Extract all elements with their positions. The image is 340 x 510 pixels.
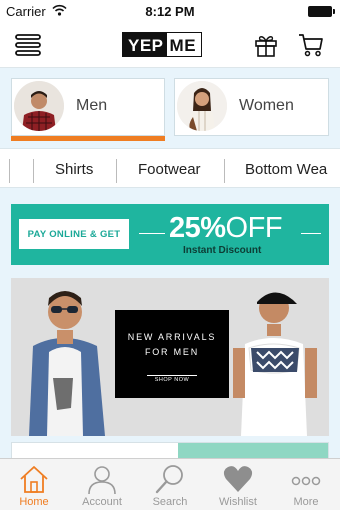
arrivals-line2: FOR MEN: [144, 347, 200, 357]
search-icon: [155, 465, 183, 494]
tab-account[interactable]: Account: [68, 459, 136, 510]
cart-icon[interactable]: [298, 33, 324, 57]
status-bar: Carrier 8:12 PM: [0, 0, 340, 22]
category-divider: [9, 159, 10, 183]
status-time: 8:12 PM: [145, 4, 195, 19]
tab-wishlist-label: Wishlist: [219, 496, 257, 508]
offer-banner[interactable]: PAY ONLINE & GET 25%OFF Instant Discount: [11, 204, 329, 265]
women-avatar: [177, 81, 227, 131]
battery-icon: [308, 6, 335, 17]
category-bottom-wear[interactable]: Bottom Wea: [245, 161, 327, 178]
new-arrivals-banner[interactable]: NEW ARRIVALS FOR MEN SHOP NOW: [11, 278, 329, 436]
gender-tab-men[interactable]: Men: [11, 78, 165, 141]
heart-icon: [223, 466, 253, 492]
pay-online-label: PAY ONLINE & GET: [19, 219, 129, 249]
new-arrivals-box: NEW ARRIVALS FOR MEN SHOP NOW: [115, 310, 229, 398]
hamburger-menu-icon[interactable]: [14, 33, 42, 57]
home-icon: [20, 466, 48, 493]
tab-home-label: Home: [19, 496, 49, 508]
logo-text-part1: YEP: [123, 33, 167, 56]
offer-line-right: [301, 233, 321, 234]
offer-line-left: [139, 233, 165, 234]
tab-wishlist[interactable]: Wishlist: [204, 459, 272, 510]
arrivals-line1: NEW ARRIVALS: [127, 332, 217, 342]
category-divider: [116, 159, 117, 183]
discount-word: OFF: [225, 212, 283, 244]
home-content: Men Women Shirts Footwear Bottom Wea PAY…: [0, 68, 340, 458]
app-header: YEP ME: [0, 22, 340, 68]
gift-icon[interactable]: [254, 33, 278, 57]
gender-label-women: Women: [239, 97, 294, 114]
category-divider: [33, 159, 34, 183]
gender-tab-women[interactable]: Women: [174, 78, 329, 136]
bottom-tab-bar: Home Account Search Wishlist More: [0, 458, 340, 510]
tab-home[interactable]: Home: [0, 459, 68, 510]
more-icon: [291, 476, 321, 486]
brand-logo[interactable]: YEP ME: [122, 32, 203, 57]
gender-label-men: Men: [76, 97, 108, 114]
category-strip: Shirts Footwear Bottom Wea: [0, 148, 340, 188]
category-footwear[interactable]: Footwear: [138, 161, 201, 178]
tab-search[interactable]: Search: [136, 459, 204, 510]
user-icon: [88, 466, 116, 495]
tab-search-label: Search: [152, 496, 188, 508]
category-divider: [224, 159, 225, 183]
instant-discount-label: Instant Discount: [183, 245, 262, 256]
logo-text-part2: ME: [166, 33, 202, 56]
discount-headline: 25%OFF: [169, 212, 283, 245]
discount-value: 25%: [169, 212, 226, 244]
men-avatar: [14, 81, 64, 131]
next-banner-strip: [178, 443, 328, 458]
tab-more[interactable]: More: [272, 459, 340, 510]
category-shirts[interactable]: Shirts: [55, 161, 93, 178]
tab-more-label: More: [293, 496, 319, 508]
shop-now-link[interactable]: SHOP NOW: [147, 375, 197, 385]
tab-account-label: Account: [82, 496, 122, 508]
next-banner-partial[interactable]: [11, 442, 329, 458]
